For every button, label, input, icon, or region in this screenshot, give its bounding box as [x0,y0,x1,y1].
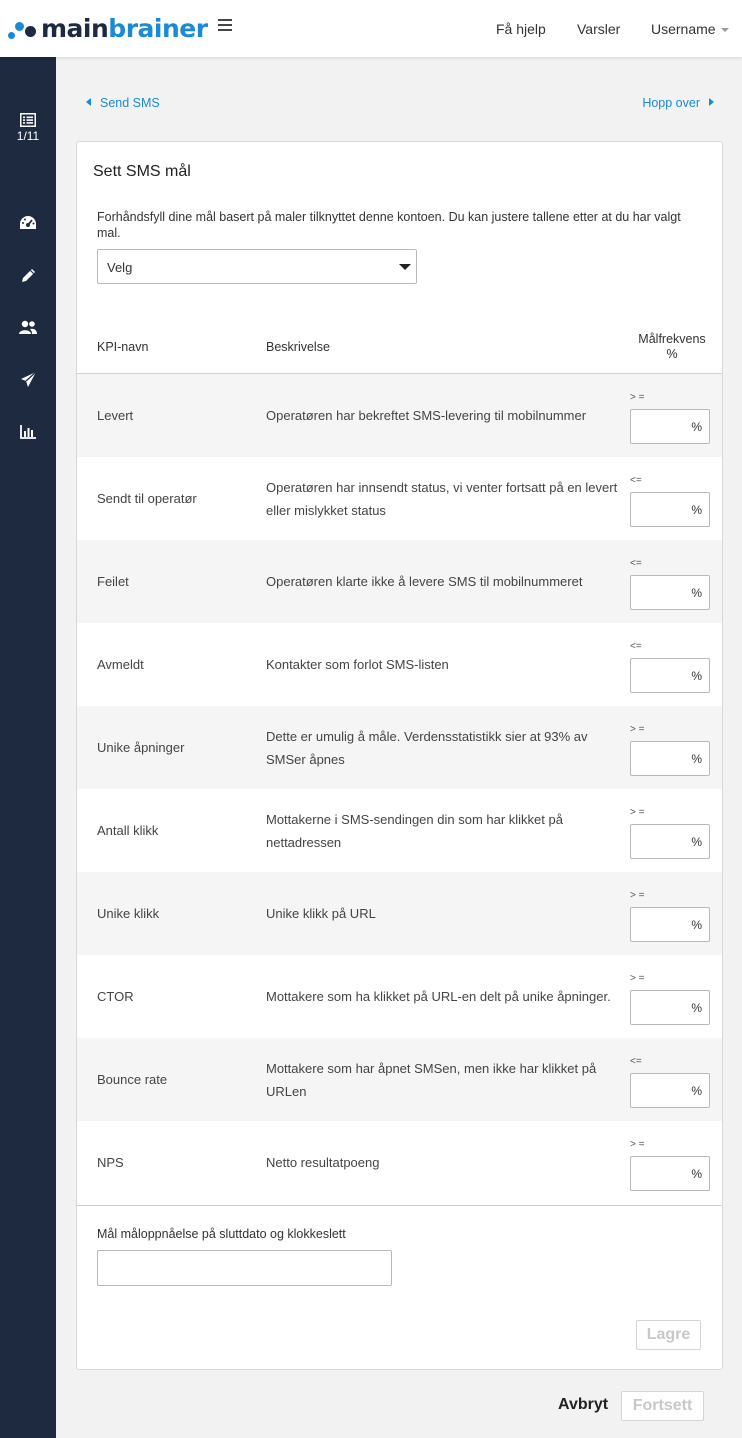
card-title: Sett SMS mål [93,163,191,180]
chevron-left-icon [86,98,91,106]
intro-text: Forhåndsfyll dine mål basert på maler ti… [97,210,681,240]
kpi-description: Unike klikk på URL [266,906,376,921]
kpi-operator: > = [630,1139,645,1150]
users-icon[interactable] [17,316,39,338]
kpi-description: Dette er umulig å måle. Verdensstatistik… [266,728,588,767]
dashboard-icon[interactable] [17,212,39,234]
kpi-name: Levert [97,408,134,423]
step-counter: 1/11 [16,129,40,143]
kpi-name: Antall klikk [97,823,159,838]
template-select[interactable]: Velg [97,249,417,284]
table-row: Sendt til operatør Operatøren har innsend… [77,457,722,540]
notifications-link[interactable]: Varsler [577,21,620,37]
end-date-input[interactable] [97,1250,392,1286]
chart-icon[interactable] [17,420,39,442]
kpi-description: Netto resultatpoeng [266,1155,380,1170]
caret-down-icon [399,264,411,270]
menu-toggle-icon[interactable] [218,19,232,31]
kpi-description: Operatøren klarte ikke å levere SMS til … [266,574,583,589]
table-row: Avmeldt Kontakter som forlot SMS-listen <=… [77,623,722,706]
sms-goals-card: Sett SMS mål Forhåndsfyll dine mål baser… [76,141,723,1370]
table-row: CTOR Mottakere som ha klikket på URL-en d… [77,955,722,1038]
kpi-operator: > = [630,724,645,735]
mainbrainer-logo[interactable]: mainbrainer [7,13,208,45]
table-row: Feilet Operatøren klarte ikke å levere SM… [77,540,722,623]
percent-unit: % [691,586,702,600]
column-header-kpi: KPI-navn [97,340,149,354]
kpi-description: Mottakere som har åpnet SMSen, men ikke … [266,1060,597,1099]
kpi-target-input[interactable]: % [630,907,710,942]
kpi-description: Mottakere som ha klikket på URL-en delt … [266,989,611,1004]
username-label: Username [651,21,716,37]
kpi-operator: > = [630,392,645,403]
column-header-frequency: Målfrekvens % [638,332,706,361]
kpi-operator: > = [630,807,645,818]
kpi-name: CTOR [97,989,134,1004]
kpi-name: Unike åpninger [97,740,185,755]
table-row: Unike åpninger Dette er umulig å måle. Ve… [77,706,722,789]
kpi-operator: > = [630,973,645,984]
send-icon[interactable] [17,368,39,390]
list-icon[interactable] [17,109,39,131]
percent-unit: % [691,835,702,849]
chevron-down-icon [720,28,729,33]
table-row: Unike klikk Unike klikk på URL > =% [77,872,722,955]
kpi-target-input[interactable]: % [630,1156,710,1191]
kpi-target-input[interactable]: % [630,1073,710,1108]
kpi-description: Kontakter som forlot SMS-listen [266,657,449,672]
kpi-name: Bounce rate [97,1072,168,1087]
template-select-value: Velg [107,260,133,275]
percent-unit: % [691,752,702,766]
kpi-name: Sendt til operatør [97,491,197,506]
top-header: mainbrainer Få hjelp Varsler Username [0,0,742,57]
kpi-operator: <= [630,558,642,569]
logo-dots-icon [7,14,43,44]
save-button[interactable]: Lagre [636,1320,701,1350]
kpi-target-input[interactable]: % [630,824,710,859]
user-menu[interactable]: Username [651,21,729,37]
kpi-operator: <= [630,1056,642,1067]
kpi-description: Mottakerne i SMS-sendingen din som har k… [266,811,563,850]
kpi-target-input[interactable]: % [630,409,710,444]
kpi-name: Avmeldt [97,657,144,672]
kpi-description: Operatøren har innsendt status, vi vente… [266,479,618,518]
percent-unit: % [691,1001,702,1015]
percent-unit: % [691,503,702,517]
end-date-label: Mål måloppnåelse på sluttdato og klokkes… [97,1227,346,1241]
continue-button[interactable]: Fortsett [621,1391,704,1421]
percent-unit: % [691,420,702,434]
kpi-operator: > = [630,890,645,901]
cancel-button[interactable]: Avbryt [558,1396,608,1414]
kpi-name: Unike klikk [97,906,160,921]
percent-unit: % [691,1084,702,1098]
skip-link[interactable]: Hopp over [642,96,714,110]
kpi-operator: <= [630,641,642,652]
help-link[interactable]: Få hjelp [496,21,546,37]
sidebar: 1/11 [0,57,56,1438]
percent-unit: % [691,918,702,932]
kpi-target-input[interactable]: % [630,575,710,610]
table-divider [77,1205,722,1206]
kpi-operator: <= [630,475,642,486]
column-header-description: Beskrivelse [266,340,330,354]
kpi-description: Operatøren har bekreftet SMS-levering ti… [266,408,587,423]
table-row: NPS Netto resultatpoeng > =% [77,1121,722,1204]
table-row: Levert Operatøren har bekreftet SMS-lever… [77,374,722,457]
kpi-target-input[interactable]: % [630,741,710,776]
back-send-sms-link[interactable]: Send SMS [86,96,160,110]
chevron-right-icon [709,98,714,106]
kpi-name: NPS [97,1155,124,1170]
kpi-target-input[interactable]: % [630,492,710,527]
percent-unit: % [691,669,702,683]
percent-unit: % [691,1167,702,1181]
table-row: Antall klikk Mottakerne i SMS-sendingen d… [77,789,722,872]
logo-text: mainbrainer [41,14,208,43]
pencil-icon[interactable] [17,264,39,286]
kpi-name: Feilet [97,574,129,589]
kpi-target-input[interactable]: % [630,990,710,1025]
table-row: Bounce rate Mottakere som har åpnet SMSen… [77,1038,722,1121]
kpi-target-input[interactable]: % [630,658,710,693]
